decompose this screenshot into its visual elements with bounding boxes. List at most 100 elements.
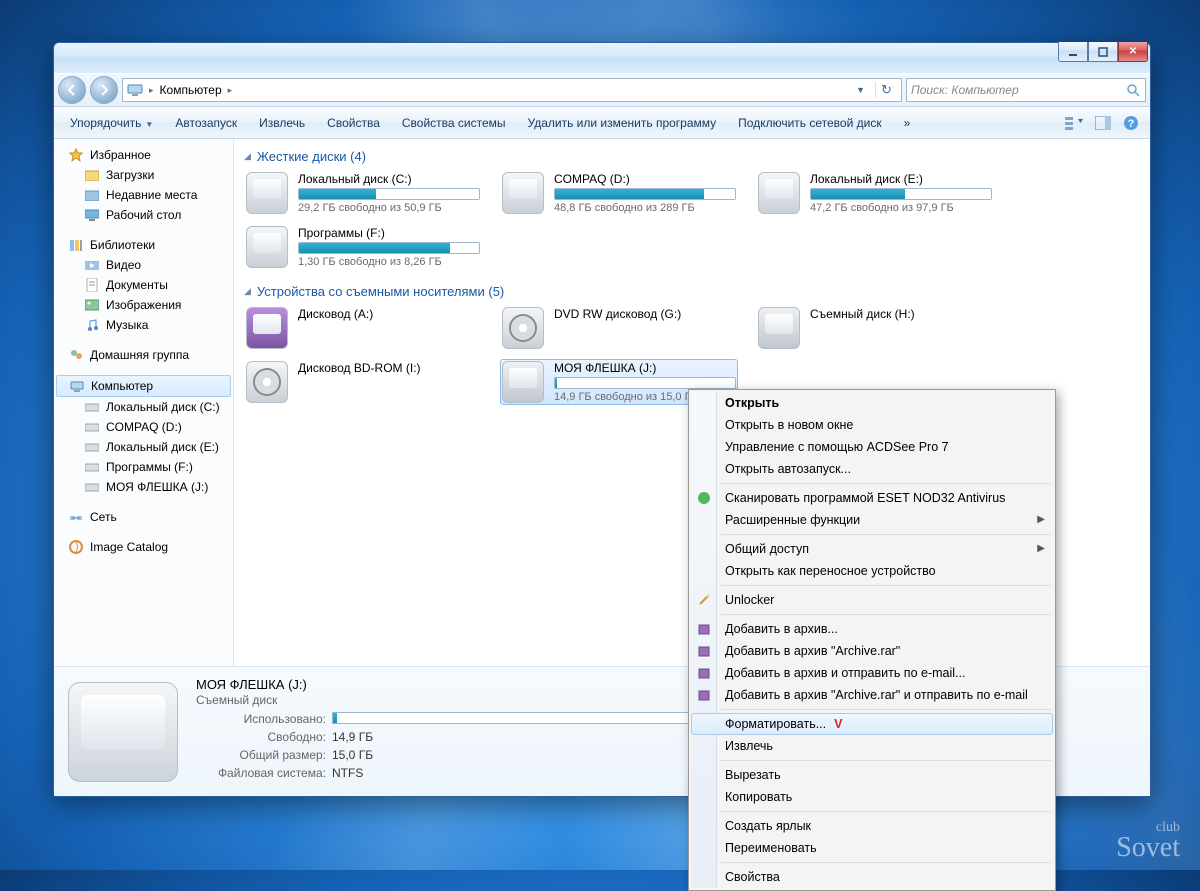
ctx-eject[interactable]: Извлечь xyxy=(691,735,1053,757)
ctx-add-archive-rar[interactable]: Добавить в архив "Archive.rar" xyxy=(691,640,1053,662)
close-button[interactable]: ✕ xyxy=(1118,42,1148,62)
ctx-open-autoplay[interactable]: Открыть автозапуск... xyxy=(691,458,1053,480)
organize-button[interactable]: Упорядочить▼ xyxy=(60,112,163,134)
computer-item[interactable]: Компьютер xyxy=(56,375,231,397)
nav-back-button[interactable] xyxy=(58,76,86,104)
ctx-acdsee[interactable]: Управление с помощью ACDSee Pro 7 xyxy=(691,436,1053,458)
computer-icon xyxy=(69,378,85,394)
properties-button[interactable]: Свойства xyxy=(317,112,390,134)
minimize-button[interactable] xyxy=(1058,42,1088,62)
sidebar-item-pictures[interactable]: Изображения xyxy=(54,295,233,315)
nav-forward-button[interactable] xyxy=(90,76,118,104)
network-item[interactable]: Сеть xyxy=(54,507,233,527)
chevron-right-icon: ▸ xyxy=(149,85,154,96)
drive-icon xyxy=(246,226,288,268)
image-catalog-item[interactable]: Image Catalog xyxy=(54,537,233,557)
libraries-header[interactable]: Библиотеки xyxy=(54,235,233,255)
arrow-left-icon xyxy=(65,83,79,97)
capacity-bar xyxy=(298,242,480,254)
desktop-icon xyxy=(84,207,100,223)
sidebar-item-desktop[interactable]: Рабочий стол xyxy=(54,205,233,225)
ctx-share[interactable]: Общий доступ▶ xyxy=(691,538,1053,560)
system-properties-button[interactable]: Свойства системы xyxy=(392,112,516,134)
drive-icon xyxy=(84,419,100,435)
ctx-properties[interactable]: Свойства xyxy=(691,866,1053,888)
drive-icon xyxy=(502,361,544,403)
ctx-archive-rar-email[interactable]: Добавить в архив "Archive.rar" и отправи… xyxy=(691,684,1053,706)
chevron-down-icon[interactable]: ▼ xyxy=(852,85,869,95)
drive-name: COMPAQ (D:) xyxy=(554,172,736,186)
removable-section-header[interactable]: ◢Устройства со съемными носителями (5) xyxy=(244,284,1140,299)
drive-name: Программы (F:) xyxy=(298,226,480,240)
drive-name: Съемный диск (H:) xyxy=(810,307,992,321)
drive-item[interactable]: Локальный диск (E:)47,2 ГБ свободно из 9… xyxy=(756,170,994,216)
hdd-section-header[interactable]: ◢Жесткие диски (4) xyxy=(244,149,1140,164)
drive-icon xyxy=(84,479,100,495)
sidebar-item-documents[interactable]: Документы xyxy=(54,275,233,295)
ctx-create-shortcut[interactable]: Создать ярлык xyxy=(691,815,1053,837)
autoplay-button[interactable]: Автозапуск xyxy=(165,112,247,134)
drive-item[interactable]: Дисковод (A:) xyxy=(244,305,482,351)
drive-item[interactable]: Дисковод BD-ROM (I:) xyxy=(244,359,482,405)
overflow-button[interactable]: » xyxy=(894,112,921,134)
titlebar[interactable]: ✕ xyxy=(54,43,1150,73)
favorites-header[interactable]: Избранное xyxy=(54,145,233,165)
drive-item[interactable]: Съемный диск (H:) xyxy=(756,305,994,351)
drive-icon xyxy=(758,172,800,214)
ctx-add-archive[interactable]: Добавить в архив... xyxy=(691,618,1053,640)
uninstall-button[interactable]: Удалить или изменить программу xyxy=(518,112,727,134)
recent-icon xyxy=(84,187,100,203)
network-icon xyxy=(68,509,84,525)
view-options-button[interactable] xyxy=(1062,112,1088,134)
eject-button[interactable]: Извлечь xyxy=(249,112,315,134)
map-drive-button[interactable]: Подключить сетевой диск xyxy=(728,112,891,134)
ctx-open-portable[interactable]: Открыть как переносное устройство xyxy=(691,560,1053,582)
drive-icon xyxy=(84,439,100,455)
ctx-cut[interactable]: Вырезать xyxy=(691,764,1053,786)
sidebar-drive-c[interactable]: Локальный диск (C:) xyxy=(54,397,233,417)
preview-pane-button[interactable] xyxy=(1090,112,1116,134)
homegroup-item[interactable]: Домашняя группа xyxy=(54,345,233,365)
ctx-rename[interactable]: Переименовать xyxy=(691,837,1053,859)
drive-item[interactable]: Программы (F:)1,30 ГБ свободно из 8,26 Г… xyxy=(244,224,482,270)
ctx-nod32-scan[interactable]: Сканировать программой ESET NOD32 Antivi… xyxy=(691,487,1053,509)
sidebar-drive-e[interactable]: Локальный диск (E:) xyxy=(54,437,233,457)
drive-item[interactable]: COMPAQ (D:)48,8 ГБ свободно из 289 ГБ xyxy=(500,170,738,216)
sidebar-drive-d[interactable]: COMPAQ (D:) xyxy=(54,417,233,437)
catalog-icon xyxy=(68,539,84,555)
sidebar-drive-f[interactable]: Программы (F:) xyxy=(54,457,233,477)
maximize-button[interactable] xyxy=(1088,42,1118,62)
drive-name: МОЯ ФЛЕШКА (J:) xyxy=(554,361,736,375)
help-button[interactable]: ? xyxy=(1118,112,1144,134)
music-icon xyxy=(84,317,100,333)
ctx-advanced[interactable]: Расширенные функции▶ xyxy=(691,509,1053,531)
breadcrumb-text[interactable]: Компьютер xyxy=(160,83,222,97)
ctx-unlocker[interactable]: Unlocker xyxy=(691,589,1053,611)
drive-name: Дисковод (A:) xyxy=(298,307,480,321)
sidebar-item-downloads[interactable]: Загрузки xyxy=(54,165,233,185)
sidebar-item-recent[interactable]: Недавние места xyxy=(54,185,233,205)
winrar-icon xyxy=(696,643,712,659)
ctx-archive-email[interactable]: Добавить в архив и отправить по e-mail..… xyxy=(691,662,1053,684)
context-menu: Открыть Открыть в новом окне Управление … xyxy=(688,389,1056,891)
refresh-button[interactable]: ↻ xyxy=(875,82,897,98)
sidebar-drive-j[interactable]: МОЯ ФЛЕШКА (J:) xyxy=(54,477,233,497)
details-title: МОЯ ФЛЕШКА (J:) xyxy=(196,677,712,692)
drive-name: Локальный диск (C:) xyxy=(298,172,480,186)
sidebar-item-music[interactable]: Музыка xyxy=(54,315,233,335)
winrar-icon xyxy=(696,687,712,703)
drive-item[interactable]: Локальный диск (C:)29,2 ГБ свободно из 5… xyxy=(244,170,482,216)
ctx-open[interactable]: Открыть xyxy=(691,392,1053,414)
breadcrumb-bar[interactable]: ▸ Компьютер ▸ ▼ ↻ xyxy=(122,78,902,102)
video-icon xyxy=(84,257,100,273)
drive-icon xyxy=(502,307,544,349)
ctx-open-new-window[interactable]: Открыть в новом окне xyxy=(691,414,1053,436)
ctx-format[interactable]: Форматировать...V xyxy=(691,713,1053,735)
capacity-bar xyxy=(298,188,480,200)
search-box[interactable]: Поиск: Компьютер xyxy=(906,78,1146,102)
drive-item[interactable]: DVD RW дисковод (G:) xyxy=(500,305,738,351)
collapse-icon: ◢ xyxy=(244,286,251,297)
computer-icon xyxy=(127,82,143,98)
sidebar-item-videos[interactable]: Видео xyxy=(54,255,233,275)
ctx-copy[interactable]: Копировать xyxy=(691,786,1053,808)
